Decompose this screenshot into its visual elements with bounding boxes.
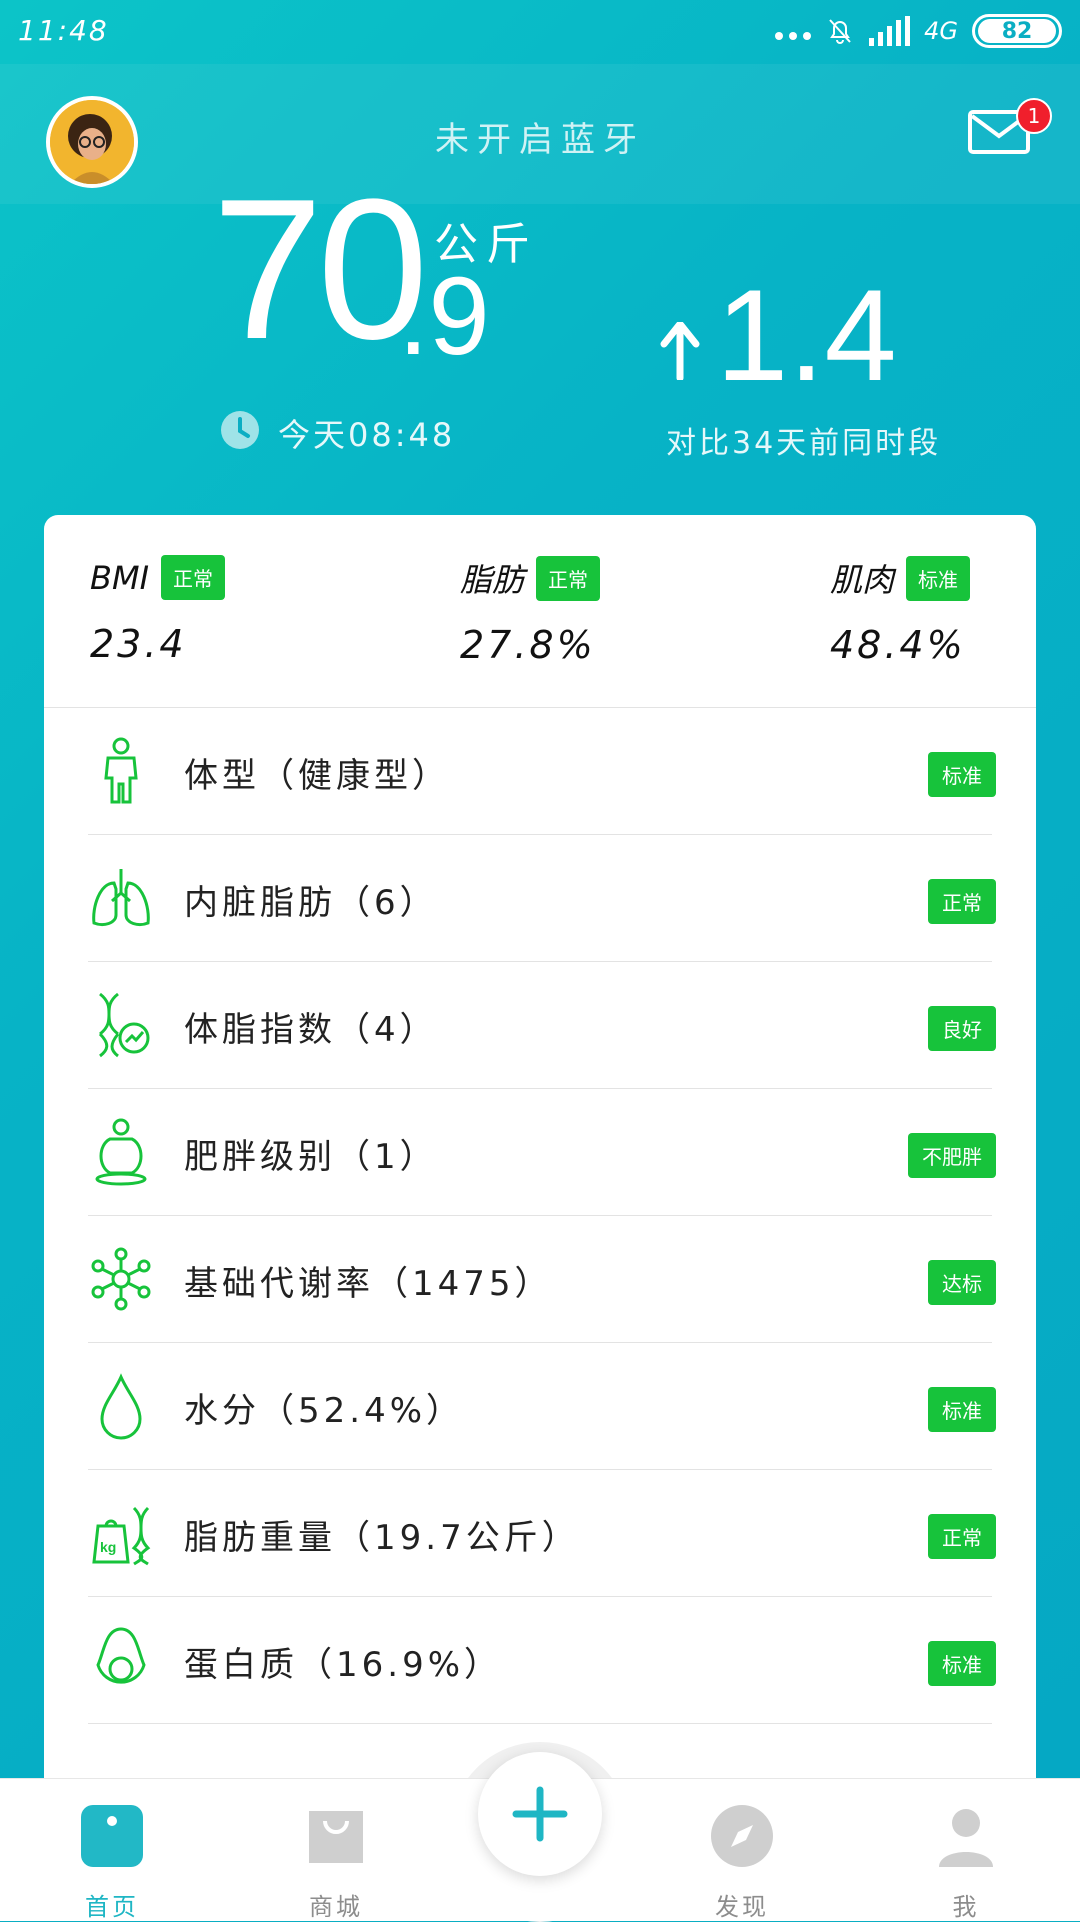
row-label: 脂肪重量（19.7公斤） bbox=[184, 1518, 580, 1558]
body-shape-icon bbox=[104, 737, 138, 804]
list-item[interactable]: 蛋白质（16.9%） 标准 bbox=[88, 1597, 996, 1724]
molecule-icon bbox=[91, 1247, 151, 1311]
battery-level: 82 bbox=[978, 19, 1056, 44]
metric-muscle[interactable]: 肌肉 标准 48.4% bbox=[830, 555, 971, 667]
metric-bmi[interactable]: BMI 正常 23.4 bbox=[90, 555, 225, 666]
metric-fat[interactable]: 脂肪 正常 27.8% bbox=[460, 555, 601, 667]
svg-text:kg: kg bbox=[100, 1539, 116, 1555]
nav-shop[interactable]: 商城 bbox=[276, 1803, 396, 1922]
status-badge: 标准 bbox=[928, 1641, 996, 1686]
metric-value: 48.4% bbox=[830, 623, 966, 667]
signal-icon bbox=[869, 16, 911, 46]
dna-icon bbox=[98, 992, 150, 1058]
mail-badge: 1 bbox=[1016, 98, 1052, 134]
weight-delta: 1.4 bbox=[716, 262, 897, 408]
row-label: 水分（52.4%） bbox=[184, 1391, 465, 1431]
row-label: 体型（健康型） bbox=[184, 756, 450, 796]
weight-integer: 70 bbox=[212, 158, 428, 381]
row-label: 基础代谢率（1475） bbox=[184, 1264, 553, 1304]
status-badge: 标准 bbox=[928, 1387, 996, 1432]
list-item[interactable]: 体型（健康型） 标准 bbox=[88, 708, 996, 835]
status-badge: 不肥胖 bbox=[908, 1133, 996, 1178]
status-badge: 正常 bbox=[928, 879, 996, 924]
weight-unit: 公斤 bbox=[434, 219, 538, 270]
network-type: 4G bbox=[924, 17, 958, 45]
list-item[interactable]: 内脏脂肪（6） 正常 bbox=[88, 835, 996, 962]
compare-label: 对比34天前同时段 bbox=[666, 426, 942, 461]
fat-weight-icon: kg bbox=[92, 1506, 151, 1566]
row-label: 体脂指数（4） bbox=[184, 1010, 438, 1050]
add-button[interactable] bbox=[478, 1752, 602, 1876]
shopping-bag-icon bbox=[309, 1811, 363, 1863]
status-badge: 良好 bbox=[928, 1006, 996, 1051]
nav-me[interactable]: 我 bbox=[906, 1803, 1026, 1922]
status-badge: 标准 bbox=[928, 752, 996, 797]
list-item[interactable]: 肥胖级别（1） 不肥胖 bbox=[88, 1089, 996, 1216]
nav-label: 首页 bbox=[85, 1893, 139, 1921]
status-badge: 正常 bbox=[928, 1514, 996, 1559]
clock-icon bbox=[221, 411, 259, 449]
water-drop-icon bbox=[100, 1373, 142, 1440]
row-label: 内脏脂肪（6） bbox=[184, 883, 438, 923]
home-icon bbox=[81, 1805, 143, 1867]
weight-decimal: .9 bbox=[398, 255, 490, 378]
nav-discover[interactable]: 发现 bbox=[682, 1803, 802, 1922]
metric-label: 脂肪 bbox=[460, 561, 525, 599]
status-bar: 11:48 4G 82 bbox=[0, 0, 1080, 64]
metric-label: BMI bbox=[90, 558, 149, 597]
nav-label: 商城 bbox=[309, 1893, 363, 1921]
status-badge: 标准 bbox=[906, 555, 971, 601]
plus-icon bbox=[512, 1786, 568, 1842]
measure-time: 今天08:48 bbox=[278, 416, 456, 454]
status-badge: 正常 bbox=[161, 555, 225, 600]
bluetooth-status-title: 未开启蓝牙 bbox=[435, 120, 645, 160]
list-item[interactable]: 体脂指数（4） 良好 bbox=[88, 962, 996, 1089]
list-item[interactable]: 基础代谢率（1475） 达标 bbox=[88, 1216, 996, 1343]
list-item[interactable]: kg 脂肪重量（19.7公斤） 正常 bbox=[88, 1470, 996, 1597]
status-time: 11:48 bbox=[18, 14, 109, 47]
row-label: 肥胖级别（1） bbox=[184, 1137, 438, 1177]
compass-icon bbox=[711, 1805, 773, 1867]
nav-label: 我 bbox=[952, 1893, 980, 1921]
nav-home[interactable]: 首页 bbox=[52, 1803, 172, 1922]
list-item[interactable]: 水分（52.4%） 标准 bbox=[88, 1343, 996, 1470]
bell-mute-icon bbox=[829, 19, 851, 44]
metric-label: 肌肉 bbox=[830, 561, 895, 599]
more-dots-icon bbox=[775, 32, 812, 40]
obesity-icon bbox=[95, 1118, 147, 1186]
nav-label: 发现 bbox=[715, 1893, 769, 1921]
arrow-up-icon bbox=[660, 322, 700, 380]
metric-value: 27.8% bbox=[460, 623, 596, 667]
avocado-icon bbox=[96, 1627, 146, 1684]
body-metrics-card: BMI 正常 23.4 脂肪 正常 27.8% 肌肉 标准 48.4% 体型（健… bbox=[44, 515, 1036, 1895]
row-label: 蛋白质（16.9%） bbox=[184, 1645, 503, 1685]
status-badge: 达标 bbox=[928, 1260, 996, 1305]
status-badge: 正常 bbox=[536, 555, 601, 601]
metric-value: 23.4 bbox=[90, 622, 187, 666]
user-icon bbox=[939, 1809, 993, 1867]
battery-icon: 82 bbox=[972, 14, 1062, 48]
lungs-icon bbox=[92, 869, 150, 927]
